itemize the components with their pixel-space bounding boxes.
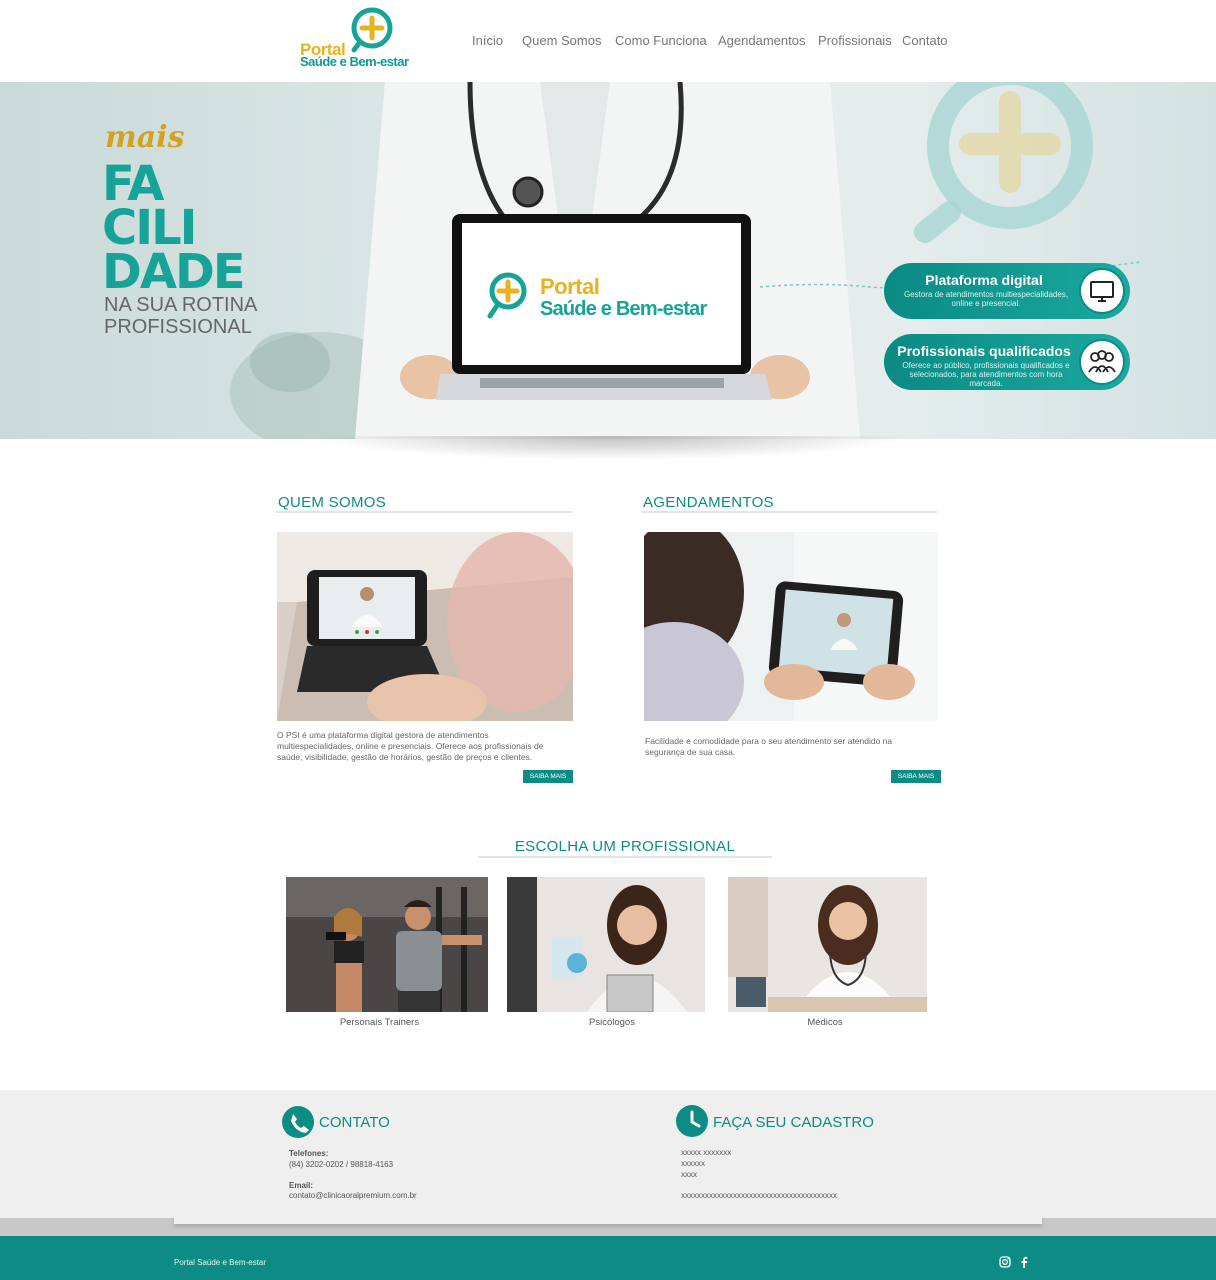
- bottom-bar: Portal Saúde e Bem-estar: [0, 1236, 1216, 1280]
- phone-value: (84) 3202-0202 / 98818-4163: [289, 1160, 394, 1169]
- section-divider: [276, 511, 572, 513]
- feature-card-title: Plataforma digital: [925, 272, 1043, 288]
- quem-somos-text: O PSI é uma plataforma digital gestora d…: [277, 730, 544, 762]
- section-title-quem-somos: QUEM SOMOS: [278, 494, 387, 511]
- hero-sub-line-2: PROFISSIONAL: [104, 316, 252, 338]
- cadastro-line: xxxxxxxxxxxxxxxxxxxxxxxxxxxxxxxxxxxxxxx: [681, 1191, 837, 1200]
- phone-label: Telefones:: [289, 1149, 329, 1158]
- agendamentos-photo: [644, 532, 938, 721]
- feature-card-desc: Oferece ao público, profissionais qualif…: [902, 361, 1070, 388]
- group-icon: [1079, 339, 1125, 385]
- footer-contact-band: CONTATO Telefones: (84) 3202-0202 / 9881…: [0, 1090, 1216, 1218]
- footer-copyright: Portal Saúde e Bem-estar: [174, 1258, 267, 1267]
- cadastro-line: xxxxx xxxxxxx: [681, 1148, 732, 1157]
- email-value[interactable]: contato@clinicaoralpremium.com.br: [289, 1190, 417, 1201]
- feature-card-desc: Gestora de atendimentos multiespecialida…: [903, 290, 1069, 308]
- logo[interactable]: Portal Saúde e Bem-estar: [298, 6, 418, 72]
- nav-contato[interactable]: Contato: [902, 33, 948, 48]
- laptop-logo-line1: Portal: [540, 274, 600, 299]
- feature-card-plataforma[interactable]: Plataforma digital Gestora de atendiment…: [884, 263, 1130, 319]
- header: Portal Saúde e Bem-estar Início Quem Som…: [0, 0, 1216, 82]
- feature-card-profissionais[interactable]: Profissionais qualificados Oferece ao pú…: [884, 334, 1130, 390]
- cadastro-line: xxxx: [681, 1170, 697, 1179]
- feature-card-title: Profissionais qualificados: [897, 343, 1071, 359]
- contato-title: CONTATO: [319, 1114, 390, 1131]
- quem-somos-photo: [277, 532, 573, 721]
- cadastro-line: xxxxxx: [681, 1159, 705, 1168]
- agendamentos-text: Facilidade e comodidade para o seu atend…: [645, 736, 893, 757]
- monitor-icon: [1079, 268, 1125, 314]
- section-title-agendamentos: AGENDAMENTOS: [643, 494, 774, 511]
- hero-sub-line-1: NA SUA ROTINA: [104, 294, 258, 316]
- facebook-icon[interactable]: [1018, 1256, 1030, 1268]
- nav-agendamentos[interactable]: Agendamentos: [718, 33, 805, 48]
- laptop-logo-line2: Saúde e Bem-estar: [540, 298, 707, 320]
- clock-icon: [676, 1105, 708, 1137]
- pro-caption-psicologos: Psicólogos: [589, 1017, 635, 1028]
- hero-shadow: [310, 436, 910, 460]
- nav-profissionais[interactable]: Profissionais: [818, 33, 892, 48]
- section-title-profissionais: ESCOLHA UM PROFISSIONAL: [514, 838, 736, 855]
- cadastro-title: FAÇA SEU CADASTRO: [713, 1114, 874, 1131]
- phone-icon: [282, 1106, 314, 1138]
- logo-text-sub: Saúde e Bem-estar: [300, 54, 409, 69]
- nav-quem-somos[interactable]: Quem Somos: [522, 33, 601, 48]
- pro-card-medicos[interactable]: [728, 877, 927, 1012]
- nav-inicio[interactable]: Início: [472, 33, 503, 48]
- quem-somos-saiba-mais-button[interactable]: SAIBA MAIS: [523, 770, 573, 783]
- hero-banner: mais FA CILI DADE NA SUA ROTINA PROFISSI…: [0, 82, 1216, 439]
- section-divider: [478, 856, 772, 858]
- pro-card-psicologos[interactable]: [507, 877, 705, 1012]
- pro-caption-medicos: Médicos: [807, 1017, 843, 1028]
- pro-card-personal-trainers[interactable]: [286, 877, 488, 1012]
- section-divider: [641, 511, 937, 513]
- logo-mark-icon: [351, 7, 393, 53]
- footer-notch: [174, 1214, 1042, 1224]
- pro-caption-personal-trainers: Personais Trainers: [339, 1017, 420, 1028]
- agendamentos-saiba-mais-button[interactable]: SAIBA MAIS: [891, 770, 941, 783]
- nav-como-funciona[interactable]: Como Funciona: [615, 33, 707, 48]
- instagram-icon[interactable]: [999, 1256, 1011, 1268]
- hero-script-word: mais: [105, 120, 185, 155]
- page: Portal Saúde e Bem-estar Início Quem Som…: [0, 0, 1216, 1280]
- hero-big-line-3: DADE: [102, 244, 246, 300]
